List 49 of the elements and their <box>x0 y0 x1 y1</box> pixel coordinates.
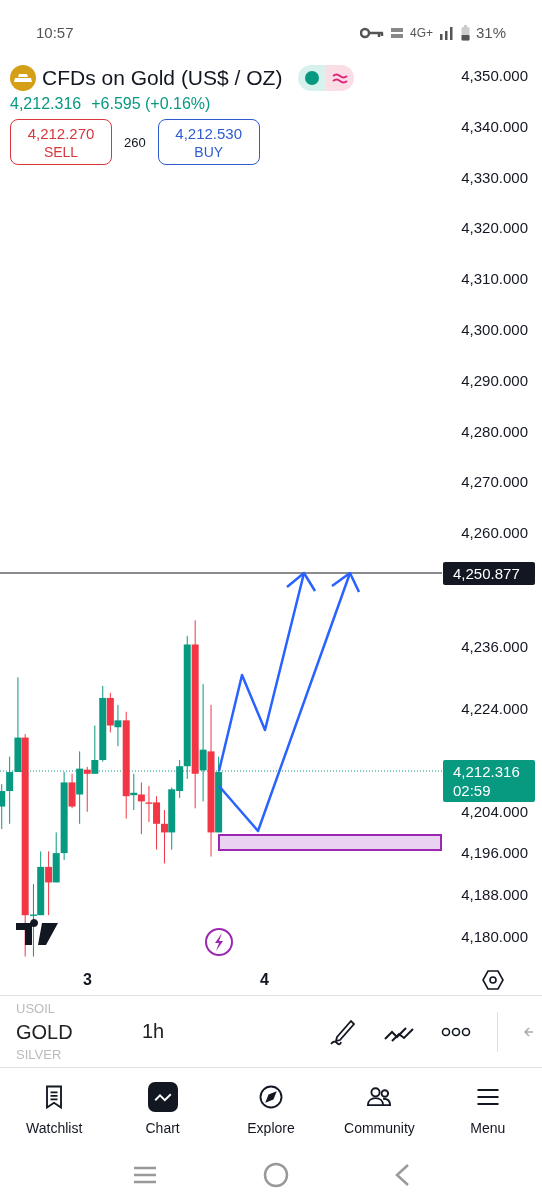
price-axis-label: 4,180.000 <box>461 928 528 945</box>
price-axis-label: 4,290.000 <box>461 371 528 389</box>
price-axis-label: 4,350.000 <box>461 67 528 84</box>
buy-button[interactable]: 4,212.530 BUY <box>157 119 260 165</box>
spread-value: 260 <box>124 134 146 150</box>
status-time: 10:57 <box>36 24 74 41</box>
price-axis-label: 4,260.000 <box>461 524 528 542</box>
time-axis-label: 4 <box>260 971 269 989</box>
battery-icon <box>460 24 470 41</box>
last-price: 4,212.316 <box>10 95 82 113</box>
logo-icon <box>16 919 58 945</box>
approx-icon <box>332 71 349 85</box>
more-icon <box>441 1026 471 1037</box>
price-axis-label: 4,330.000 <box>461 168 528 186</box>
current-price-tag: 4,212.316 02:59 <box>443 760 535 802</box>
symbol-option[interactable]: GOLD <box>16 1016 136 1047</box>
price-axis-label: 4,196.000 <box>461 844 528 861</box>
nav-tab[interactable]: Explore <box>216 1068 326 1150</box>
price-axis-label: 4,270.000 <box>461 473 528 491</box>
price-axis-label: 4,340.000 <box>461 117 528 135</box>
nav-tab[interactable]: Community <box>325 1068 434 1150</box>
back-icon[interactable] <box>393 1163 410 1187</box>
sell-button[interactable]: 4,212.270 SELL <box>10 119 112 165</box>
price-change: +6.595 (+0.16%) <box>91 95 211 113</box>
price-axis-label: 4,236.000 <box>461 638 528 655</box>
interval-button[interactable]: 1h <box>136 1020 171 1043</box>
price-axis-label: 4,320.000 <box>461 219 528 237</box>
nav-tab[interactable]: Watchlist <box>0 1068 109 1150</box>
network-type: 4G+ <box>409 25 433 40</box>
price-axis-label: 4,310.000 <box>461 270 528 288</box>
battery-percent: 31% <box>475 24 506 41</box>
lightning-icon[interactable] <box>205 928 233 956</box>
more-button[interactable] <box>441 1026 471 1037</box>
instrument-title: CFDs on Gold (US$ / OZ) <box>42 66 283 90</box>
price-axis-label: 4,224.000 <box>461 700 528 717</box>
price-axis-label: 4,204.000 <box>461 803 528 820</box>
recent-apps-icon[interactable] <box>132 1165 159 1185</box>
home-icon[interactable] <box>263 1162 289 1188</box>
time-axis-label: 3 <box>83 971 92 989</box>
price-axis-label: 4,280.000 <box>461 422 528 440</box>
nav-tab[interactable]: Chart <box>108 1068 217 1150</box>
key-icon <box>359 26 384 39</box>
price-axis-label: 4,188.000 <box>461 886 528 903</box>
settings-icon[interactable] <box>481 968 505 992</box>
market-open-dot-icon <box>305 71 320 85</box>
alert-price-tag: 4,250.877 <box>443 562 535 585</box>
signal-icon <box>438 25 455 40</box>
price-axis-label: 4,300.000 <box>461 321 528 338</box>
nav-tab[interactable]: Menu <box>433 1068 542 1150</box>
